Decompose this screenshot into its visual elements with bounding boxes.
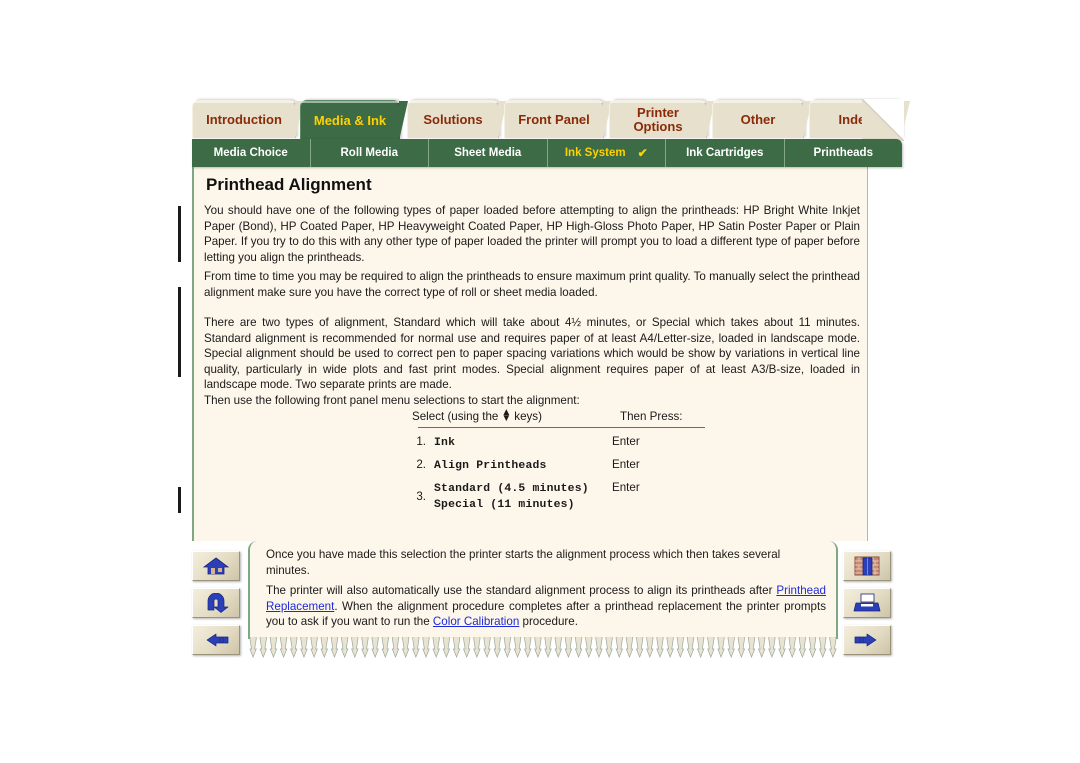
tab-front-panel[interactable]: Front Panel bbox=[504, 100, 612, 139]
hand-right-icon bbox=[854, 633, 877, 647]
tab-printer-options-label: Printer Options bbox=[629, 106, 686, 133]
paragraph-2: From time to time you may be required to… bbox=[204, 270, 860, 299]
table-row: 2. Align Printheads Enter bbox=[412, 458, 742, 474]
previous-page-button[interactable] bbox=[192, 625, 240, 655]
back-arrow-icon bbox=[207, 593, 229, 613]
help-viewer-window: Introduction Media & Ink Solutions Front… bbox=[0, 0, 1080, 763]
menu-table-header-select-suffix: keys) bbox=[514, 410, 542, 423]
tab-other-label: Other bbox=[740, 111, 776, 127]
subnav-item-ink-system-label: Ink System bbox=[564, 147, 626, 159]
tab-other[interactable]: Other bbox=[712, 100, 812, 139]
menu-row-command: Ink bbox=[434, 437, 456, 449]
subnav-item-ink-system[interactable]: Ink System ✔ bbox=[548, 139, 666, 167]
subnav-item-roll-media-label: Roll Media bbox=[340, 147, 398, 159]
menu-table-header-select-prefix: Select (using the bbox=[412, 410, 499, 423]
tab-media-and-ink[interactable]: Media & Ink bbox=[300, 100, 408, 141]
tab-introduction-label: Introduction bbox=[206, 111, 282, 127]
revision-change-bar bbox=[178, 206, 181, 262]
check-icon: ✔ bbox=[637, 146, 648, 160]
subnav-item-sheet-media[interactable]: Sheet Media bbox=[429, 139, 548, 167]
menu-row-command: Align Printheads bbox=[434, 460, 547, 472]
house-icon bbox=[202, 557, 230, 575]
tab-solutions-label: Solutions bbox=[423, 111, 483, 127]
tab-printer-options-line2: Options bbox=[633, 118, 683, 134]
subnav-item-ink-cartridges[interactable]: Ink Cartridges bbox=[666, 139, 785, 167]
up-down-arrow-keys-icon: ▲ ▼ bbox=[501, 407, 512, 424]
menu-table-header-select: Select (using the ▲ ▼ keys) bbox=[412, 407, 620, 424]
subnav-item-sheet-media-label: Sheet Media bbox=[454, 147, 522, 159]
subnav-item-printheads-label: Printheads bbox=[813, 147, 873, 159]
page-title: Printhead Alignment bbox=[206, 175, 372, 194]
content-page-footer-area: Once you have made this selection the pr… bbox=[248, 541, 838, 639]
revision-change-bar bbox=[178, 487, 181, 513]
table-row: 3. Standard (4.5 minutes) Special (11 mi… bbox=[412, 481, 742, 513]
bookshelf-icon bbox=[854, 556, 880, 576]
print-button[interactable] bbox=[843, 588, 891, 618]
menu-row-command-alt: Special (11 minutes) bbox=[434, 499, 575, 511]
menu-row-number: 3. bbox=[416, 490, 426, 503]
paragraph-6-part-a: The printer will also automatically use … bbox=[266, 584, 777, 597]
menu-row-command-group: Standard (4.5 minutes) Special (11 minut… bbox=[434, 481, 612, 513]
paragraph-3: There are two types of alignment, Standa… bbox=[204, 316, 860, 392]
menu-row-press: Enter bbox=[612, 435, 640, 448]
menu-table-rule bbox=[418, 427, 705, 428]
primary-tab-bar: Introduction Media & Ink Solutions Front… bbox=[192, 100, 910, 141]
subnav-item-printheads[interactable]: Printheads bbox=[785, 139, 903, 167]
tab-media-and-ink-label: Media & Ink bbox=[313, 112, 387, 128]
paragraph-5: Once you have made this selection the pr… bbox=[266, 548, 781, 577]
revision-change-bar bbox=[178, 287, 181, 377]
link-color-calibration[interactable]: Color Calibration bbox=[433, 615, 519, 628]
paragraph-6: The printer will also automatically use … bbox=[266, 583, 826, 630]
paragraph-6-part-c: procedure. bbox=[519, 615, 578, 629]
menu-row-number: 1. bbox=[416, 435, 426, 448]
menu-row-press: Enter bbox=[612, 458, 640, 471]
menu-row-press: Enter bbox=[612, 481, 640, 494]
content-page: Printhead Alignment You should have one … bbox=[192, 167, 868, 541]
subnav-item-media-choice-label: Media Choice bbox=[213, 147, 288, 159]
tab-printer-options[interactable]: Printer Options bbox=[609, 100, 715, 139]
printer-icon bbox=[853, 593, 881, 612]
subnav-item-media-choice[interactable]: Media Choice bbox=[192, 139, 311, 167]
page-corner-fold bbox=[862, 99, 904, 141]
back-button[interactable] bbox=[192, 588, 240, 618]
tab-introduction[interactable]: Introduction bbox=[192, 100, 304, 139]
subnav-item-ink-cartridges-label: Ink Cartridges bbox=[686, 147, 764, 159]
home-button[interactable] bbox=[192, 551, 240, 581]
menu-row-number: 2. bbox=[416, 458, 426, 471]
spiral-binding bbox=[249, 637, 837, 658]
secondary-nav-bar: Media Choice Roll Media Sheet Media Ink … bbox=[192, 139, 902, 167]
menu-table-header-press: Then Press: bbox=[620, 410, 683, 423]
subnav-item-roll-media[interactable]: Roll Media bbox=[311, 139, 429, 167]
bookshelf-button[interactable] bbox=[843, 551, 891, 581]
paragraph-1: You should have one of the following typ… bbox=[204, 204, 860, 264]
menu-table-header: Select (using the ▲ ▼ keys) Then Press: bbox=[412, 407, 742, 427]
menu-row-command: Standard (4.5 minutes) bbox=[434, 483, 589, 495]
paragraph-4: Then use the following front panel menu … bbox=[204, 394, 580, 407]
tab-solutions[interactable]: Solutions bbox=[407, 100, 507, 139]
front-panel-menu-table: Select (using the ▲ ▼ keys) Then Press: 1… bbox=[412, 407, 742, 513]
hand-left-icon bbox=[206, 633, 229, 647]
tab-front-panel-label: Front Panel bbox=[518, 111, 590, 127]
next-page-button[interactable] bbox=[843, 625, 891, 655]
table-row: 1. Ink Enter bbox=[412, 435, 742, 451]
